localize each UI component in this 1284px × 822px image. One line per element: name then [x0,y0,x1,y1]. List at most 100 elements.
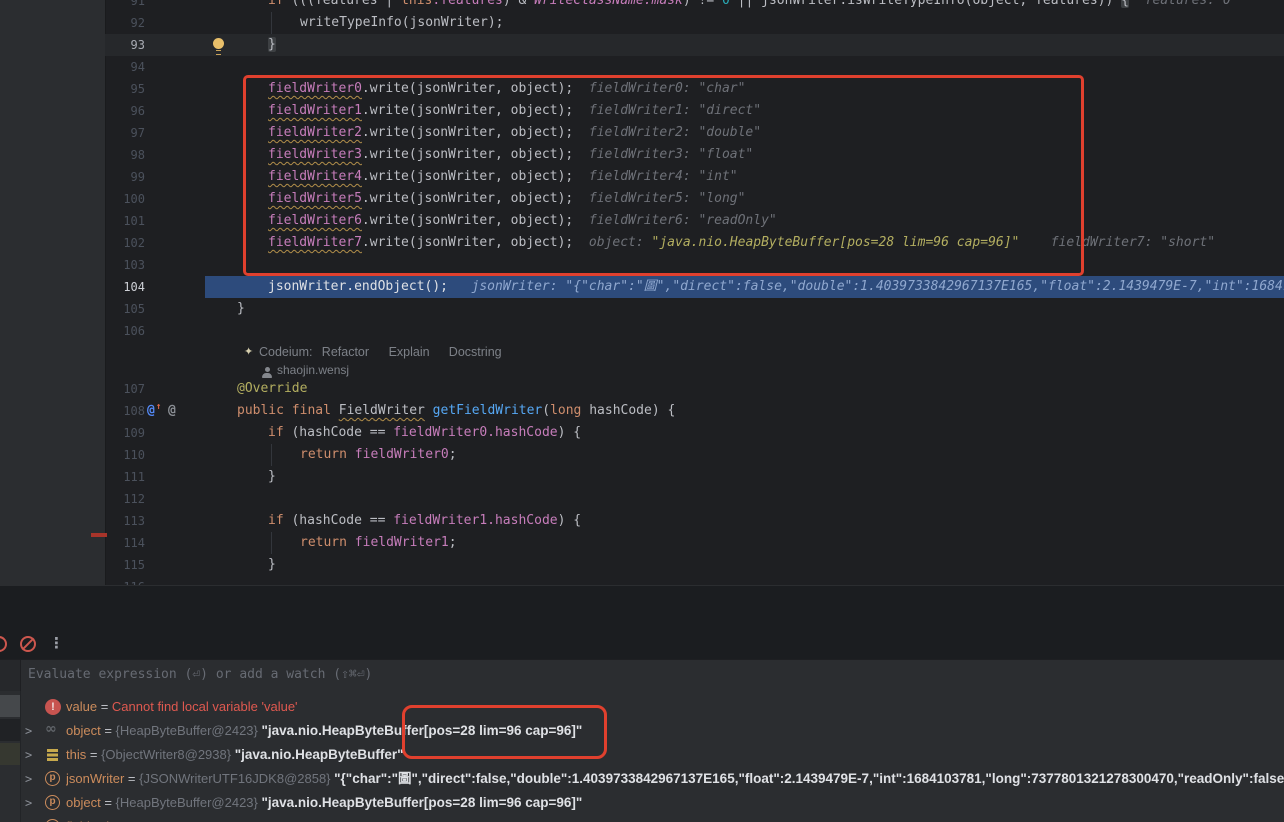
codeium-action-refactor[interactable]: Refactor [322,342,369,362]
code-text: if (hashCode == fieldWriter1.hashCode) { [268,510,581,532]
code-line-110: 110return fieldWriter0; [105,444,1284,466]
debug-panel: value = Cannot find local variable 'valu… [0,585,1284,822]
param-icon [45,771,60,786]
variable-row-jsonWriter[interactable]: jsonWriter = {JSONWriterUTF16JDK8@2858} … [0,767,1284,791]
variable-name: jsonWriter [66,771,124,786]
expand-chevron-icon[interactable] [25,719,32,743]
code-line-108: 108public final FieldWriter getFieldWrit… [105,400,1284,422]
inline-debugger-hint: object: [573,235,651,250]
line-number: 99 [105,166,145,188]
code-token: ) { [558,425,581,440]
line-number: 92 [105,12,145,34]
code-token: fieldWriter6 [268,213,362,228]
indent-guide [271,532,272,554]
code-text: } [268,34,276,56]
code-text: fieldWriter5.write(jsonWriter, object); … [268,188,745,210]
variable-row-object[interactable]: object = {HeapByteBuffer@2423} "java.nio… [0,719,1284,743]
code-token: ) { [558,513,581,528]
overriding-method-icon[interactable] [147,400,155,422]
code-line-94: 94 [105,56,1284,78]
code-token: long [550,403,581,418]
code-line-106: 106 [105,320,1284,342]
code-text: return fieldWriter1; [300,532,457,554]
code-text: fieldWriter2.write(jsonWriter, object); … [268,122,761,144]
line-number: 109 [105,422,145,444]
inline-debugger-hint: fieldWriter7: "short" [1019,235,1215,250]
variable-row-object[interactable]: object = {HeapByteBuffer@2423} "java.nio… [0,791,1284,815]
line-number: 101 [105,210,145,232]
code-token: @Override [237,381,307,396]
code-line-114: 114 return fieldWriter1; [105,532,1284,554]
author-name[interactable]: shaojin.wensj [277,362,349,378]
code-token: if [268,425,291,440]
code-text: fieldWriter6.write(jsonWriter, object); … [268,210,777,232]
code-token: ( [542,403,550,418]
code-text: fieldWriter4.write(jsonWriter, object); … [268,166,738,188]
expand-chevron-icon[interactable] [25,767,32,791]
code-lines-container: 91if (((features | this.features) & Writ… [0,0,1284,585]
variable-row-this[interactable]: this = {ObjectWriter8@2938} "java.nio.He… [0,743,1284,767]
variable-name: object [66,795,101,810]
author-person-icon [262,367,272,377]
variable-text: this = {ObjectWriter8@2938} "java.nio.He… [66,743,1284,767]
line-number: 103 [105,254,145,276]
line-number: 114 [105,532,145,554]
indent-guide [271,12,272,34]
indent-guide [271,444,272,466]
line-number: 116 [105,576,145,585]
code-line-107: 107@Override [105,378,1284,400]
code-token: this [401,0,432,8]
line-number: 112 [105,488,145,510]
annotation-gutter-icon[interactable] [168,400,176,422]
code-token: } [268,469,276,484]
breakpoint-icon[interactable] [0,636,7,652]
line-number: 94 [105,56,145,78]
more-options-icon[interactable] [49,634,64,652]
code-text: return fieldWriter0; [300,444,457,466]
line-number: 98 [105,144,145,166]
variable-row-fieldWriter[interactable]: fieldWriter [0,815,1284,822]
variable-row-value[interactable]: value = Cannot find local variable 'valu… [0,695,1284,719]
mute-breakpoints-icon[interactable] [20,636,36,652]
code-editor[interactable]: 91if (((features | this.features) & Writ… [0,0,1284,585]
codeium-action-docstring[interactable]: Docstring [449,342,502,362]
evaluate-row-rail [0,660,21,691]
code-token: 0 [722,0,730,8]
code-token: || jsonWriter.isWriteTypeInfo(object, fe… [730,0,1121,8]
line-number: 104 [105,276,145,298]
expand-chevron-icon[interactable] [25,743,32,767]
evaluate-expression-input[interactable] [22,660,1278,689]
line-number: 113 [105,510,145,532]
code-line-98: 98fieldWriter3.write(jsonWriter, object)… [105,144,1284,166]
equals-sign: = [97,699,112,714]
code-text: @Override [237,378,307,400]
code-token: fieldWriter0 [268,81,362,96]
inline-debugger-hint: fieldWriter1: "direct" [573,103,761,118]
intention-bulb-icon[interactable] [212,38,226,53]
inline-debugger-hint: fieldWriter6: "readOnly" [573,213,777,228]
code-token: .write(jsonWriter, object); [362,125,573,140]
expand-chevron-icon[interactable] [25,791,32,815]
line-number: 111 [105,466,145,488]
code-line-111: 111} [105,466,1284,488]
code-line-92: 92 writeTypeInfo(jsonWriter); [105,12,1284,34]
codeium-action-explain[interactable]: Explain [389,342,430,362]
variable-text: fieldWriter [66,815,1284,822]
code-token: .write(jsonWriter, object); [362,103,573,118]
code-token: FieldWriter [339,403,425,418]
line-number: 96 [105,100,145,122]
code-token: writeTypeInfo(jsonWriter); [300,15,504,30]
inline-debugger-hint: fieldWriter2: "double" [573,125,761,140]
code-token: return [300,535,355,550]
code-token: fieldWriter0 [355,447,449,462]
code-token: WriteClassName.mask [534,0,683,8]
code-token: .features [432,0,502,8]
code-line-95: 95fieldWriter0.write(jsonWriter, object)… [105,78,1284,100]
expand-chevron-icon[interactable] [25,815,32,822]
inline-debugger-hint: fieldWriter3: "float" [573,147,753,162]
code-text: jsonWriter.endObject(); jsonWriter: "{"c… [268,276,1284,298]
equals-sign: = [86,747,101,762]
line-number: 102 [105,232,145,254]
inline-debugger-hint: features: 0 [1129,0,1231,8]
variable-ref: {HeapByteBuffer@2423} [116,723,262,738]
